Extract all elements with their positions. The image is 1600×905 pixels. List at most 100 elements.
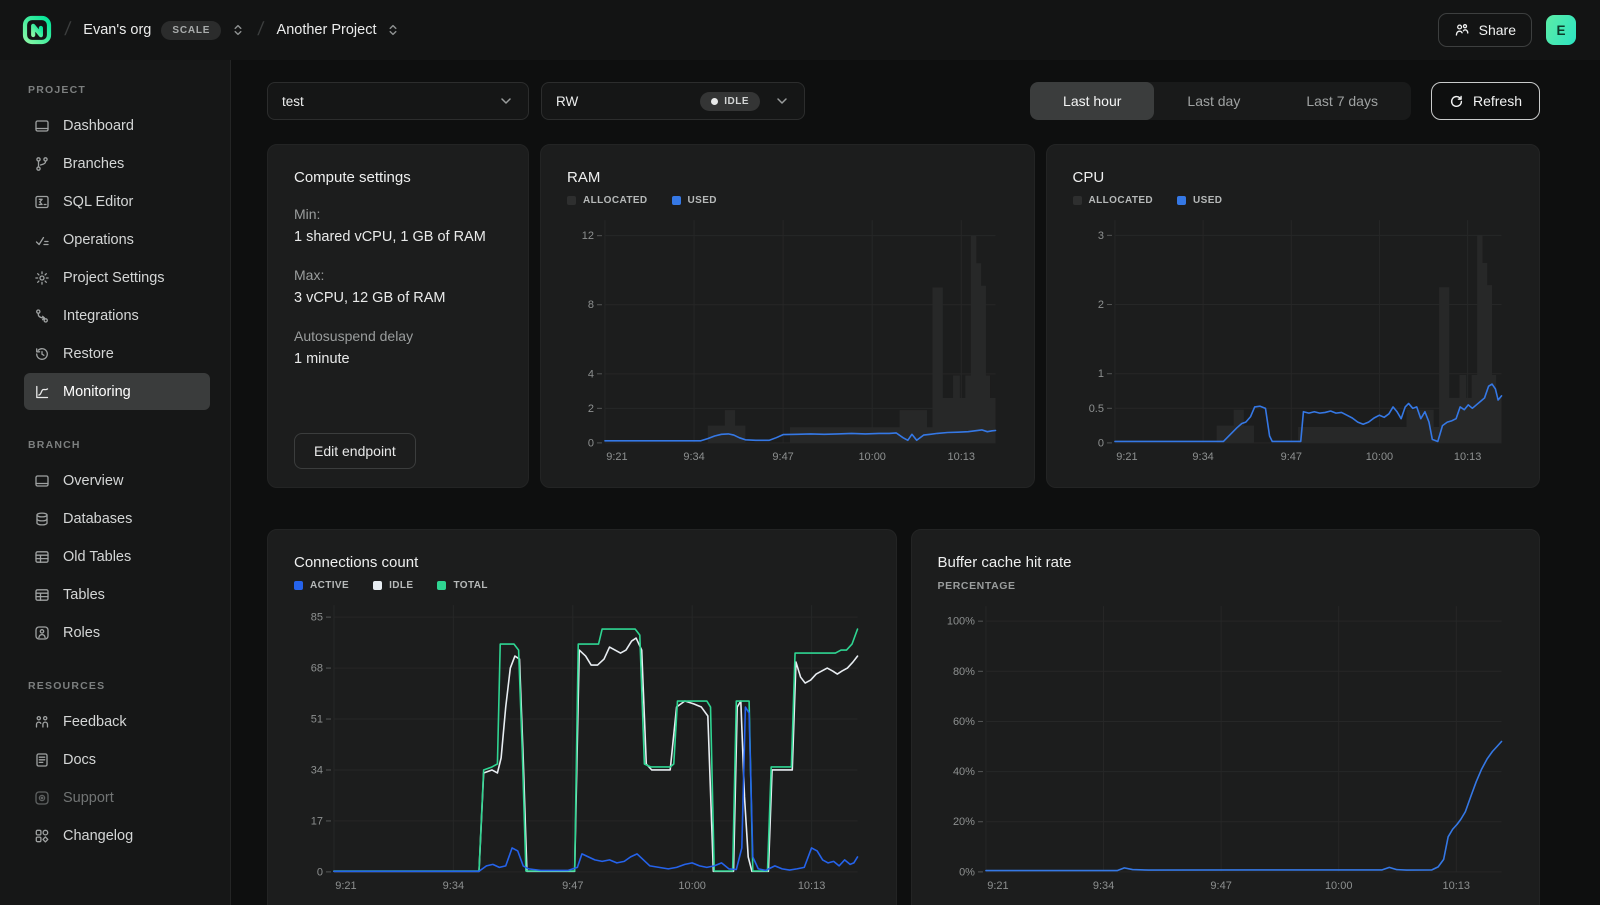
- svg-text:60%: 60%: [952, 716, 974, 728]
- compute-card-title: Compute settings: [294, 169, 502, 186]
- branch-select[interactable]: test: [267, 82, 529, 120]
- breadcrumb-separator: /: [257, 19, 265, 41]
- chart-svg: 0248129:219:349:4710:0010:13: [567, 210, 1008, 469]
- legend-item: ALLOCATED: [567, 195, 648, 206]
- svg-text:34: 34: [311, 764, 323, 776]
- changelog-grid-icon: [34, 828, 50, 844]
- svg-text:10:13: 10:13: [1453, 451, 1480, 463]
- breadcrumb-org[interactable]: Evan's org SCALE: [83, 21, 245, 40]
- share-button[interactable]: Share: [1438, 13, 1532, 47]
- support-icon: [34, 790, 50, 806]
- sidebar-item-label: Dashboard: [63, 118, 134, 134]
- legend-item: ACTIVE: [294, 580, 349, 591]
- svg-text:10:00: 10:00: [1365, 451, 1392, 463]
- svg-text:0: 0: [1097, 437, 1103, 449]
- tab-last-7-days[interactable]: Last 7 days: [1273, 82, 1411, 120]
- roles-user-icon: [34, 625, 50, 641]
- svg-text:9:34: 9:34: [1092, 880, 1113, 892]
- project-switcher-chevrons-icon[interactable]: [386, 23, 400, 37]
- org-switcher-chevrons-icon[interactable]: [231, 23, 245, 37]
- feedback-users-icon: [34, 714, 50, 730]
- sidebar-item-old-tables[interactable]: Old Tables: [24, 538, 210, 575]
- sidebar-item-feedback[interactable]: Feedback: [24, 703, 210, 740]
- compute-settings-card: Compute settings Min: 1 shared vCPU, 1 G…: [267, 144, 529, 488]
- endpoint-select[interactable]: RW IDLE: [541, 82, 805, 120]
- sidebar-item-monitoring[interactable]: Monitoring: [24, 373, 210, 410]
- svg-text:40%: 40%: [952, 766, 974, 778]
- sidebar-item-label: Integrations: [63, 308, 139, 324]
- sidebar-item-tables[interactable]: Tables: [24, 576, 210, 613]
- sidebar-item-project-settings[interactable]: Project Settings: [24, 259, 210, 296]
- svg-text:2: 2: [588, 403, 594, 415]
- sidebar-item-databases[interactable]: Databases: [24, 500, 210, 537]
- svg-text:12: 12: [582, 230, 594, 242]
- time-range-tabs: Last hour Last day Last 7 days: [1030, 82, 1411, 120]
- operations-checklist-icon: [34, 232, 50, 248]
- svg-text:9:34: 9:34: [683, 451, 704, 463]
- legend-swatch-icon: [1073, 196, 1082, 205]
- chart-svg: 00.51239:219:349:4710:0010:13: [1073, 210, 1514, 469]
- connections-chart-card: Connections count ACTIVEIDLETOTAL 017345…: [267, 529, 897, 905]
- sidebar-item-roles[interactable]: Roles: [24, 614, 210, 651]
- sidebar-item-integrations[interactable]: Integrations: [24, 297, 210, 334]
- svg-text:0.5: 0.5: [1088, 403, 1103, 415]
- svg-text:8: 8: [588, 299, 594, 311]
- sidebar-item-label: Old Tables: [63, 549, 131, 565]
- legend-item: ALLOCATED: [1073, 195, 1154, 206]
- sidebar-item-label: Changelog: [63, 828, 133, 844]
- section-label-project: PROJECT: [0, 84, 230, 96]
- svg-text:0: 0: [317, 866, 323, 878]
- min-value: 1 shared vCPU, 1 GB of RAM: [294, 229, 502, 245]
- buffer-cache-chart-title: Buffer cache hit rate: [938, 554, 1514, 571]
- svg-text:1: 1: [1097, 368, 1103, 380]
- svg-text:9:21: 9:21: [335, 880, 356, 892]
- min-label: Min:: [294, 206, 502, 222]
- chevron-down-icon: [498, 93, 514, 109]
- sidebar-item-label: Monitoring: [63, 384, 131, 400]
- chevron-down-icon: [774, 93, 790, 109]
- neon-logo-icon[interactable]: [22, 15, 52, 45]
- legend-item: USED: [1177, 195, 1222, 206]
- edit-endpoint-button[interactable]: Edit endpoint: [294, 433, 416, 469]
- chart-svg: 0%20%40%60%80%100%9:219:349:4710:0010:13: [938, 596, 1514, 898]
- svg-text:80%: 80%: [952, 666, 974, 678]
- legend-swatch-icon: [373, 581, 382, 590]
- org-name: Evan's org: [83, 22, 151, 38]
- overview-window-icon: [34, 473, 50, 489]
- sidebar-item-label: Branches: [63, 156, 124, 172]
- cpu-chart-card: CPU ALLOCATEDUSED 00.51239:219:349:4710:…: [1046, 144, 1541, 488]
- sidebar-item-label: Docs: [63, 752, 96, 768]
- integrations-icon: [34, 308, 50, 324]
- ram-chart-card: RAM ALLOCATEDUSED 0248129:219:349:4710:0…: [540, 144, 1035, 488]
- status-dot-icon: [711, 98, 718, 105]
- svg-text:68: 68: [311, 663, 323, 675]
- sidebar-item-overview[interactable]: Overview: [24, 462, 210, 499]
- sidebar-item-dashboard[interactable]: Dashboard: [24, 107, 210, 144]
- tab-last-hour[interactable]: Last hour: [1030, 82, 1154, 120]
- sidebar-item-docs[interactable]: Docs: [24, 741, 210, 778]
- buffer-cache-chart-card: Buffer cache hit rate PERCENTAGE 0%20%40…: [911, 529, 1541, 905]
- connections-chart: 017345168859:219:349:4710:0010:13: [294, 595, 870, 898]
- refresh-label: Refresh: [1473, 93, 1522, 109]
- connections-chart-legend: ACTIVEIDLETOTAL: [294, 580, 870, 591]
- sidebar-item-changelog[interactable]: Changelog: [24, 817, 210, 854]
- tab-last-day[interactable]: Last day: [1154, 82, 1273, 120]
- endpoint-select-value: RW: [556, 94, 578, 109]
- gear-icon: [34, 270, 50, 286]
- autosuspend-label: Autosuspend delay: [294, 328, 502, 344]
- user-avatar[interactable]: E: [1546, 15, 1576, 45]
- sidebar-item-branches[interactable]: Branches: [24, 145, 210, 182]
- refresh-button[interactable]: Refresh: [1431, 82, 1540, 120]
- sql-editor-icon: [34, 194, 50, 210]
- svg-text:85: 85: [311, 612, 323, 624]
- ram-chart-title: RAM: [567, 169, 1008, 186]
- sidebar-item-operations[interactable]: Operations: [24, 221, 210, 258]
- sidebar-item-support[interactable]: Support: [24, 779, 210, 816]
- sidebar-item-sql-editor[interactable]: SQL Editor: [24, 183, 210, 220]
- svg-text:51: 51: [311, 714, 323, 726]
- breadcrumb-project[interactable]: Another Project: [277, 22, 401, 38]
- section-label-branch: BRANCH: [0, 439, 230, 451]
- sidebar-item-restore[interactable]: Restore: [24, 335, 210, 372]
- svg-text:4: 4: [588, 368, 594, 380]
- chart-svg: 017345168859:219:349:4710:0010:13: [294, 595, 870, 898]
